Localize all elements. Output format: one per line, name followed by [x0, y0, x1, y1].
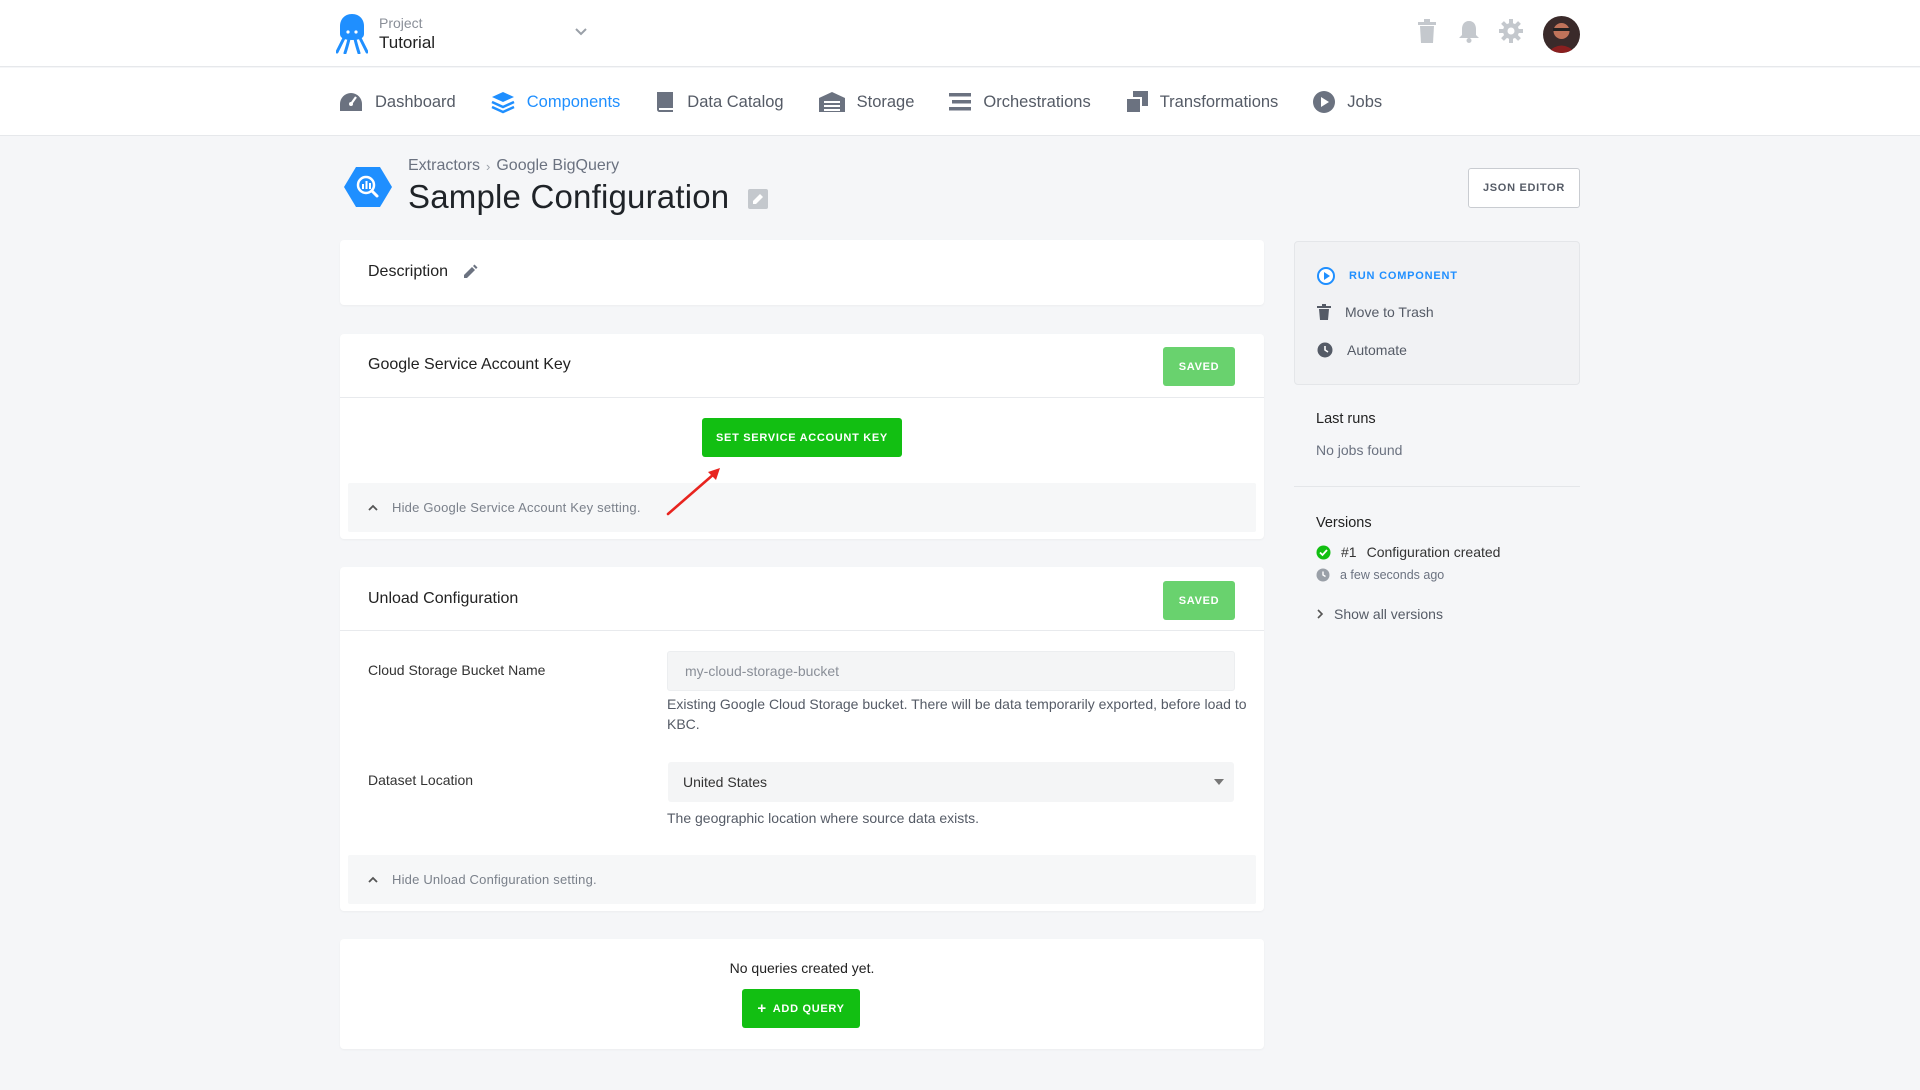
nav-label: Dashboard — [375, 92, 456, 111]
move-to-trash-label: Move to Trash — [1345, 304, 1434, 320]
page-title: Sample Configuration — [408, 178, 730, 215]
service-account-card: Google Service Account Key SAVED SET SER… — [340, 334, 1264, 539]
play-icon — [1313, 91, 1336, 113]
bigquery-icon — [344, 167, 392, 207]
clock-icon — [1317, 342, 1333, 358]
set-service-account-key-button[interactable]: SET SERVICE ACCOUNT KEY — [702, 418, 902, 457]
version-time-row: a few seconds ago — [1316, 568, 1444, 582]
breadcrumb-current[interactable]: Google BigQuery — [496, 157, 619, 175]
run-component-label: RUN COMPONENT — [1349, 270, 1458, 282]
user-avatar[interactable] — [1543, 16, 1580, 53]
saved-button[interactable]: SAVED — [1163, 347, 1235, 386]
chevron-up-icon — [368, 504, 378, 511]
chevron-right-icon — [1317, 609, 1324, 619]
breadcrumb-parent[interactable]: Extractors — [408, 157, 480, 175]
hide-service-account-label: Hide Google Service Account Key setting. — [392, 500, 641, 515]
hide-unload-toggle[interactable]: Hide Unload Configuration setting. — [348, 855, 1256, 904]
nav-label: Data Catalog — [687, 92, 784, 111]
divider — [340, 630, 1264, 631]
service-account-title: Google Service Account Key — [368, 356, 571, 373]
hide-unload-label: Hide Unload Configuration setting. — [392, 872, 597, 887]
trash-icon[interactable] — [1414, 18, 1440, 44]
unload-title: Unload Configuration — [368, 590, 519, 607]
nav-label: Transformations — [1159, 92, 1279, 111]
storage-icon — [818, 92, 845, 112]
breadcrumb: Extractors › Google BigQuery — [408, 157, 619, 175]
add-query-button[interactable]: + ADD QUERY — [742, 989, 860, 1028]
bucket-help-text: Existing Google Cloud Storage bucket. Th… — [667, 696, 1247, 732]
nav-data-catalog[interactable]: Data Catalog — [654, 90, 784, 114]
octopus-logo-icon[interactable] — [336, 12, 368, 54]
saved-button[interactable]: SAVED — [1163, 581, 1235, 620]
pencil-icon[interactable] — [462, 264, 478, 280]
nav-label: Storage — [856, 92, 915, 111]
dashboard-icon — [340, 93, 362, 111]
nav-label: Orchestrations — [983, 92, 1091, 111]
automate-button[interactable]: Automate — [1317, 342, 1407, 358]
versions-title: Versions — [1316, 515, 1372, 531]
nav-label: Components — [526, 92, 621, 111]
show-all-versions-label: Show all versions — [1334, 606, 1443, 622]
last-runs-title: Last runs — [1316, 411, 1376, 427]
edit-icon[interactable] — [748, 189, 768, 209]
divider — [340, 397, 1264, 398]
clock-icon — [1316, 568, 1330, 582]
orchestrations-icon — [949, 93, 972, 111]
play-circle-icon — [1317, 267, 1335, 285]
description-card: Description — [340, 240, 1264, 305]
queries-card: No queries created yet. + ADD QUERY — [340, 939, 1264, 1049]
last-runs-empty: No jobs found — [1316, 442, 1403, 458]
nav-jobs[interactable]: Jobs — [1312, 90, 1382, 114]
main-nav: Dashboard Components Data Catalog Storag… — [0, 68, 1920, 136]
top-bar: Project Tutorial — [0, 0, 1920, 67]
breadcrumb-separator-icon: › — [486, 158, 491, 174]
unload-configuration-card: Unload Configuration SAVED Cloud Storage… — [340, 567, 1264, 911]
bucket-name-label: Cloud Storage Bucket Name — [368, 662, 546, 678]
no-queries-text: No queries created yet. — [729, 960, 875, 976]
run-component-button[interactable]: RUN COMPONENT — [1317, 267, 1458, 285]
components-icon — [491, 92, 515, 114]
location-help-text: The geographic location where source dat… — [667, 810, 980, 826]
version-description: Configuration created — [1366, 544, 1501, 560]
component-actions: RUN COMPONENT Move to Trash Automate — [1294, 241, 1580, 385]
json-editor-button[interactable]: JSON EDITOR — [1468, 168, 1580, 208]
add-query-label: ADD QUERY — [772, 1002, 845, 1015]
bell-icon[interactable] — [1456, 18, 1482, 44]
description-title: Description — [368, 263, 449, 280]
chevron-down-icon[interactable] — [573, 26, 589, 38]
project-name[interactable]: Tutorial — [379, 33, 435, 53]
red-arrow-icon — [666, 468, 720, 516]
check-circle-icon — [1316, 545, 1331, 559]
dataset-location-value: United States — [683, 774, 768, 790]
show-all-versions-link[interactable]: Show all versions — [1316, 606, 1443, 622]
dataset-location-select[interactable]: United States — [668, 762, 1234, 802]
caret-down-icon — [1214, 779, 1224, 785]
automate-label: Automate — [1347, 342, 1407, 358]
header-actions — [1414, 18, 1524, 44]
dataset-location-label: Dataset Location — [368, 772, 474, 788]
bucket-name-input[interactable]: my-cloud-storage-bucket — [667, 651, 1235, 691]
nav-components[interactable]: Components — [490, 90, 621, 114]
book-icon — [657, 92, 674, 112]
nav-storage[interactable]: Storage — [818, 90, 915, 114]
plus-icon: + — [757, 1000, 767, 1017]
move-to-trash-button[interactable]: Move to Trash — [1317, 304, 1434, 320]
trash-icon — [1317, 304, 1331, 320]
version-time: a few seconds ago — [1340, 568, 1445, 582]
version-item[interactable]: #1 Configuration created — [1316, 544, 1500, 560]
divider — [1294, 486, 1580, 487]
nav-transformations[interactable]: Transformations — [1124, 90, 1279, 114]
hide-service-account-toggle[interactable]: Hide Google Service Account Key setting. — [348, 483, 1256, 532]
transformations-icon — [1124, 91, 1148, 114]
nav-dashboard[interactable]: Dashboard — [338, 91, 456, 113]
nav-label: Jobs — [1347, 92, 1383, 111]
project-label: Project — [379, 15, 423, 31]
gear-icon[interactable] — [1498, 18, 1524, 44]
chevron-up-icon — [368, 876, 378, 883]
version-number: #1 — [1341, 544, 1357, 560]
nav-orchestrations[interactable]: Orchestrations — [948, 91, 1091, 113]
